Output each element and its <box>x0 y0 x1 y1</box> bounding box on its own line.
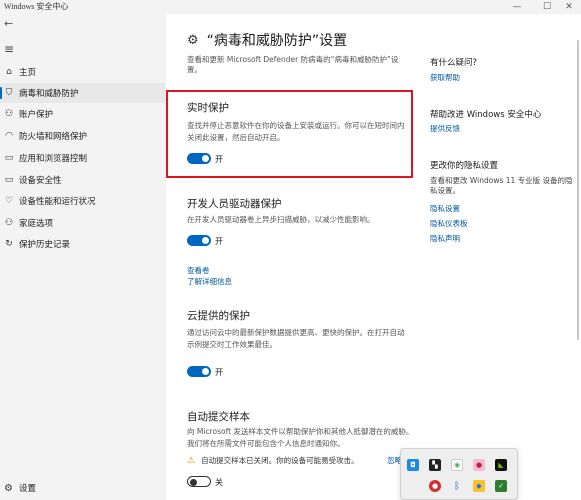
privacy-text: 查看和更改 Windows 11 专业版 设备的隐私设置。 <box>430 176 573 196</box>
view-volumes-link[interactable]: 查看卷 <box>187 265 210 276</box>
laptop-icon: ▭ <box>4 175 14 185</box>
section-desc-cloud: 通过访问云中的最新保护数据提供更高、更快的保护。在打开自动示例提交时工作效果最佳… <box>187 328 405 349</box>
section-title-dev-drive: 开发人员驱动器保护 <box>187 198 282 210</box>
title-bar: Windows 安全中心 — ☐ ✕ <box>0 0 581 14</box>
sidebar-item-app-browser[interactable]: ▭ 应用和浏览器控制 <box>0 148 165 168</box>
section-title-auto-submit: 自动提交样本 <box>187 411 250 423</box>
maximize-button[interactable]: ☐ <box>535 0 559 14</box>
color-app-icon[interactable]: ◆ <box>473 480 485 492</box>
sidebar-item-family[interactable]: ⚇ 家庭选项 <box>0 213 165 233</box>
sidebar-item-label: 主页 <box>19 68 37 78</box>
history-icon: ↻ <box>5 239 13 249</box>
sidebar-item-account-protection[interactable]: ⚇ 账户保护 <box>0 104 165 124</box>
cloud-toggle[interactable] <box>187 366 211 377</box>
auto-submit-toggle-label: 关 <box>215 478 223 487</box>
warning-text: 自动提交样本已关闭。你的设备可能易受攻击。 <box>201 456 359 465</box>
sidebar-item-label: 应用和浏览器控制 <box>19 154 88 164</box>
sidebar-item-label: 设备性能和运行状况 <box>19 197 96 207</box>
red-app-icon[interactable]: ● <box>429 480 441 492</box>
section-title-realtime: 实时保护 <box>187 102 229 114</box>
sidebar-item-device-health[interactable]: ♡ 设备性能和运行状况 <box>0 191 165 211</box>
sidebar-item-label: 家庭选项 <box>19 219 54 229</box>
section-desc-auto-submit: 向 Microsoft 发送样本文件以帮助保护你和其他人抵御潜在的威胁。我们将在… <box>187 427 414 448</box>
gear-icon: ⚙ <box>4 482 13 494</box>
sidebar-item-device-security[interactable]: ▭ 设备安全性 <box>0 170 165 190</box>
page-title-text: “病毒和威胁防护”设置 <box>206 33 348 49</box>
sidebar-item-settings[interactable]: ⚙ 设置 <box>0 478 165 498</box>
page-description: 查看和更新 Microsoft Defender 防病毒的“病毒和威胁防护”设置… <box>187 55 399 75</box>
blue-app-icon[interactable]: ◘ <box>407 459 419 471</box>
privacy-dashboard-link[interactable]: 隐私仪表板 <box>430 218 468 229</box>
section-desc-realtime: 查找并停止恶意软件在你的设备上安装或运行。你可以在短时间内关闭此设置，然后自动开… <box>187 121 405 142</box>
back-arrow-icon[interactable]: ← <box>4 17 13 30</box>
chrome-icon[interactable]: ◉ <box>451 459 463 471</box>
cloud-toggle-label: 开 <box>215 368 223 377</box>
privacy-heading: 更改你的隐私设置 <box>430 161 499 171</box>
window-title: Windows 安全中心 <box>4 2 69 11</box>
wifi-icon: ◠ <box>5 131 13 141</box>
black-app-icon[interactable]: ▚ <box>429 459 441 471</box>
section-title-cloud: 云提供的保护 <box>187 310 250 322</box>
sidebar-item-label: 防火墙和网络保护 <box>19 132 88 142</box>
section-desc-dev-drive: 在开发人员驱动器卷上异步扫描威胁，以减少性能影响。 <box>187 215 375 224</box>
page-title: ⚙ “病毒和威胁防护”设置 <box>187 30 347 50</box>
sidebar-item-home[interactable]: ⌂ 主页 <box>0 62 165 82</box>
sidebar-item-history[interactable]: ↻ 保护历史记录 <box>0 234 165 254</box>
warning-icon: ⚠ <box>187 455 196 466</box>
sidebar-item-label: 保护历史记录 <box>19 240 71 250</box>
sidebar-item-label: 设备安全性 <box>19 176 62 186</box>
heart-icon: ♡ <box>4 196 14 206</box>
settings-gears-icon: ⚙ <box>187 32 199 48</box>
learn-more-link[interactable]: 了解详细信息 <box>187 276 232 287</box>
green-app-icon[interactable]: ✓ <box>495 480 507 492</box>
dev-drive-toggle[interactable] <box>187 235 211 246</box>
realtime-toggle[interactable] <box>187 153 211 164</box>
improve-heading: 帮助改进 Windows 安全中心 <box>430 110 542 120</box>
realtime-toggle-label: 开 <box>215 155 223 164</box>
sidebar-item-virus-protection[interactable]: ⛉ 病毒和威胁防护 <box>0 83 165 103</box>
person-icon: ⚇ <box>4 109 14 119</box>
family-icon: ⚇ <box>4 218 14 228</box>
get-help-link[interactable]: 获取帮助 <box>430 72 460 83</box>
feedback-link[interactable]: 提供反馈 <box>430 123 460 134</box>
auto-submit-toggle[interactable] <box>187 476 211 487</box>
settings-label: 设置 <box>18 484 36 494</box>
hamburger-menu-icon[interactable]: ≡ <box>4 42 14 56</box>
privacy-statement-link[interactable]: 隐私声明 <box>430 233 460 244</box>
minimize-button[interactable]: — <box>505 0 529 14</box>
system-tray-popup: ◘ ▚ ◉ ● ◣ ● ᛒ ◆ ✓ <box>400 448 518 500</box>
bluetooth-icon[interactable]: ᛒ <box>451 480 463 492</box>
scrollbar[interactable] <box>577 40 579 340</box>
nvidia-icon[interactable]: ◣ <box>495 459 507 471</box>
home-icon: ⌂ <box>6 67 12 77</box>
app-icon: ▭ <box>4 153 14 163</box>
pink-app-icon[interactable]: ● <box>473 459 485 471</box>
close-button[interactable]: ✕ <box>557 0 581 14</box>
shield-icon: ⛉ <box>5 88 13 98</box>
sidebar-item-label: 账户保护 <box>19 110 54 120</box>
dev-drive-toggle-label: 开 <box>215 237 223 246</box>
questions-heading: 有什么疑问? <box>430 58 478 68</box>
sidebar-item-label: 病毒和威胁防护 <box>19 89 79 99</box>
privacy-settings-link[interactable]: 隐私设置 <box>430 203 460 214</box>
sidebar-item-firewall[interactable]: ◠ 防火墙和网络保护 <box>0 126 165 146</box>
warning-message: ⚠ 自动提交样本已关闭。你的设备可能易受攻击。 <box>187 455 359 466</box>
